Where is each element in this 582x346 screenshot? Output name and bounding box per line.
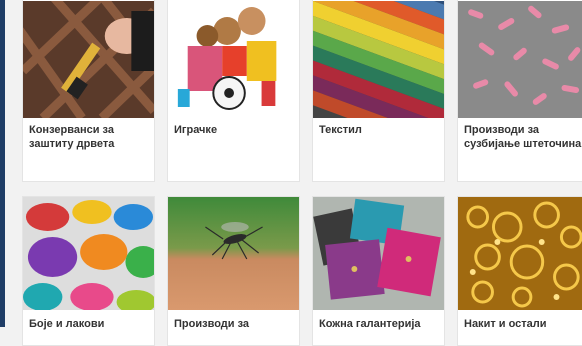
toys-icon [168,1,299,118]
pest-control-pellets-icon [458,1,582,118]
category-card-leather-goods[interactable]: Кожна галантерија [312,196,445,346]
category-card-repellents[interactable]: Производи за [167,196,300,346]
category-card-pest-control[interactable]: Производи за сузбијање штеточина [457,0,582,182]
category-label: Боје и лакови [29,318,105,330]
category-label: Кожна галантерија [319,318,421,330]
category-label: Производи за сузбијање штеточина [464,124,582,150]
wood-preservative-brush-icon [23,1,154,118]
product-category-grid: Конзерванси за заштиту дрвета Играчке Те… [0,0,582,346]
leather-wallets-icon [313,197,444,310]
mosquito-icon [168,197,299,310]
category-card-wood-preservatives[interactable]: Конзерванси за заштиту дрвета [22,0,155,182]
gold-jewelry-icon [458,197,582,310]
category-label: Играчке [174,124,218,136]
category-card-textile[interactable]: Текстил [312,0,445,182]
category-label: Накит и остали [464,318,547,330]
category-label: Текстил [319,124,362,136]
category-card-jewelry[interactable]: Накит и остали [457,196,582,346]
category-label: Производи за [174,318,250,330]
paint-cans-icon [23,197,154,310]
category-label: Конзерванси за заштиту дрвета [29,124,115,150]
textile-fabric-icon [313,1,444,118]
category-card-toys[interactable]: Играчке [167,0,300,182]
category-card-paints[interactable]: Боје и лакови [22,196,155,346]
